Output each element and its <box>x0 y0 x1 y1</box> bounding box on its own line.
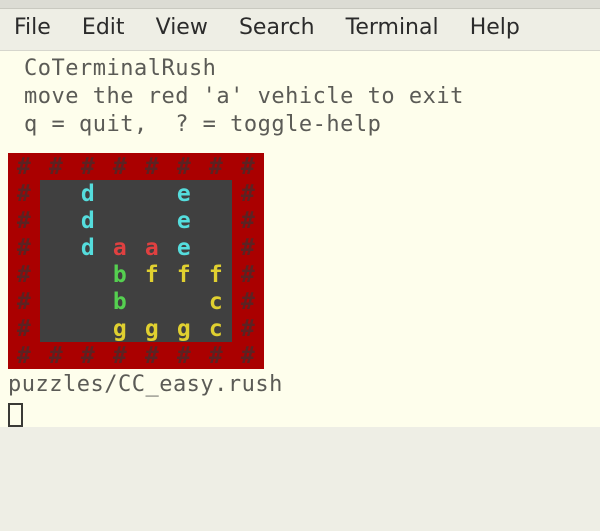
wall-cell: # <box>8 288 40 315</box>
wall-cell: # <box>232 180 264 207</box>
vehicle-d: d <box>72 180 104 207</box>
empty-cell <box>40 288 72 315</box>
game-title: CoTerminalRush <box>0 55 600 83</box>
wall-cell: # <box>232 234 264 261</box>
wall-cell: # <box>8 342 40 369</box>
terminal-area[interactable]: CoTerminalRush move the red 'a' vehicle … <box>0 51 600 427</box>
vehicle-g: g <box>168 315 200 342</box>
wall-cell: # <box>40 153 72 180</box>
wall-cell: # <box>8 180 40 207</box>
wall-cell: # <box>232 261 264 288</box>
vehicle-a: a <box>136 234 168 261</box>
empty-cell <box>72 288 104 315</box>
menu-help[interactable]: Help <box>470 15 520 40</box>
menubar: File Edit View Search Terminal Help <box>0 9 600 51</box>
empty-cell <box>40 315 72 342</box>
vehicle-f: f <box>168 261 200 288</box>
vehicle-b: b <box>104 261 136 288</box>
game-board: #########de##de##daae##bfff##bc##gggc###… <box>8 153 264 369</box>
wall-cell: # <box>232 315 264 342</box>
wall-cell: # <box>168 153 200 180</box>
empty-cell <box>104 207 136 234</box>
empty-cell <box>136 180 168 207</box>
wall-cell: # <box>40 342 72 369</box>
wall-cell: # <box>8 315 40 342</box>
wall-cell: # <box>104 153 136 180</box>
wall-cell: # <box>232 207 264 234</box>
wall-cell: # <box>8 153 40 180</box>
wall-cell: # <box>72 342 104 369</box>
vehicle-e: e <box>168 207 200 234</box>
vehicle-d: d <box>72 234 104 261</box>
menu-view[interactable]: View <box>156 15 208 40</box>
wall-cell: # <box>232 153 264 180</box>
vehicle-g: g <box>104 315 136 342</box>
wall-cell: # <box>136 153 168 180</box>
vehicle-c: c <box>200 315 232 342</box>
menu-search[interactable]: Search <box>239 15 315 40</box>
vehicle-b: b <box>104 288 136 315</box>
vehicle-d: d <box>72 207 104 234</box>
game-instruction: move the red 'a' vehicle to exit <box>0 83 600 111</box>
wall-cell: # <box>8 261 40 288</box>
empty-cell <box>40 234 72 261</box>
empty-cell <box>200 207 232 234</box>
empty-cell <box>200 234 232 261</box>
wall-cell: # <box>8 234 40 261</box>
empty-cell <box>40 261 72 288</box>
empty-cell <box>200 180 232 207</box>
empty-cell <box>136 288 168 315</box>
menu-file[interactable]: File <box>14 15 51 40</box>
puzzle-path: puzzles/CC_easy.rush <box>0 371 600 399</box>
game-keys: q = quit, ? = toggle-help <box>0 111 600 139</box>
menu-terminal[interactable]: Terminal <box>346 15 439 40</box>
empty-cell <box>72 315 104 342</box>
vehicle-f: f <box>136 261 168 288</box>
empty-cell <box>40 180 72 207</box>
vehicle-f: f <box>200 261 232 288</box>
wall-cell: # <box>72 153 104 180</box>
window-titlebar <box>0 0 600 9</box>
terminal-cursor <box>8 403 23 427</box>
vehicle-e: e <box>168 180 200 207</box>
empty-cell <box>40 207 72 234</box>
vehicle-a: a <box>104 234 136 261</box>
wall-cell: # <box>168 342 200 369</box>
empty-cell <box>168 288 200 315</box>
wall-cell: # <box>200 153 232 180</box>
wall-cell: # <box>104 342 136 369</box>
wall-cell: # <box>8 207 40 234</box>
menu-edit[interactable]: Edit <box>82 15 125 40</box>
wall-cell: # <box>232 288 264 315</box>
vehicle-g: g <box>136 315 168 342</box>
empty-cell <box>136 207 168 234</box>
empty-cell <box>72 261 104 288</box>
empty-cell <box>104 180 136 207</box>
wall-cell: # <box>232 342 264 369</box>
vehicle-e: e <box>168 234 200 261</box>
wall-cell: # <box>136 342 168 369</box>
vehicle-c: c <box>200 288 232 315</box>
wall-cell: # <box>200 342 232 369</box>
